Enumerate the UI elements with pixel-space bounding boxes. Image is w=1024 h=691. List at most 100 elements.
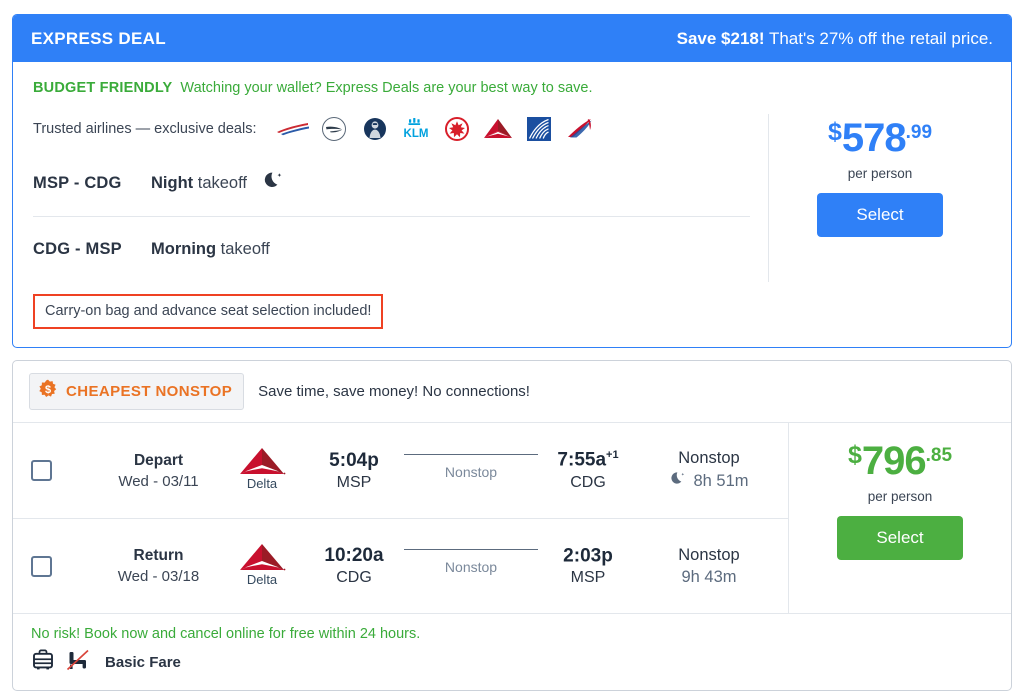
carry-on-bag-icon [31,649,55,676]
cheapest-nonstop-badge-label: CHEAPEST NONSTOP [66,383,232,400]
express-leg-period: Morning [151,240,216,258]
table-row: Return Wed - 03/18 Delta [13,518,788,613]
delta-logo: Delta [234,444,290,497]
express-deal-details: Trusted airlines — exclusive deals: [33,114,769,282]
express-deal-header: EXPRESS DEAL Save $218! That's 27% off t… [13,15,1011,62]
arrive-time-value: 7:55a [557,450,606,471]
budget-friendly-line: BUDGET FRIENDLY Watching your wallet? Exp… [33,80,991,96]
depart-origin-cell: 5:04p MSP [308,450,400,492]
depart-stops-cell: Nonstop [400,462,542,480]
stops-label: Nonstop [445,464,497,480]
price-currency: $ [848,441,862,469]
express-leg-route: MSP - CDG [33,174,151,193]
cheapest-nonstop-card: $ CHEAPEST NONSTOP Save time, save money… [12,360,1012,691]
svg-text:Delta: Delta [247,572,278,587]
duration-value: 9h 43m [681,568,736,587]
depart-flight-checkbox[interactable] [31,460,52,481]
return-flight-checkbox[interactable] [31,556,52,577]
no-risk-text: No risk! Book now and cancel online for … [31,626,993,642]
svg-text:KLM: KLM [404,128,429,140]
depart-checkbox-cell [31,460,101,481]
delta-logo: Delta [234,540,290,593]
moon-icon [262,171,284,196]
return-duration-cell: Nonstop 9h 43m [634,546,784,587]
depart-time: 10:20a [308,545,400,567]
klm-logo: KLM [396,114,437,144]
arrive-airport: MSP [542,569,634,587]
return-origin-cell: 10:20a CDG [308,545,400,587]
arrive-time: 7:55a+1 [542,449,634,471]
budget-friendly-tag: BUDGET FRIENDLY [33,80,172,96]
nonstop-price: $796.85 [848,441,952,481]
flight-direction-label: Depart [101,452,216,470]
return-direction-cell: Return Wed - 03/18 [101,547,216,585]
return-destination-cell: 2:03p MSP [542,545,634,587]
carry-on-included-note: Carry-on bag and advance seat selection … [33,294,383,329]
alaska-airlines-logo [355,114,396,144]
flight-duration: 9h 43m [634,568,784,587]
nonstop-select-button[interactable]: Select [837,516,963,560]
air-canada-logo [437,114,478,144]
arrive-time: 2:03p [542,545,634,567]
express-deal-content: Trusted airlines — exclusive deals: [33,114,991,282]
depart-destination-cell: 7:55a+1 CDG [542,449,634,491]
flight-path-line [404,454,538,455]
budget-friendly-text: Watching your wallet? Express Deals are … [180,80,592,96]
flight-duration: 8h 51m [634,471,784,492]
depart-airport: MSP [308,474,400,492]
savings-amount: Save $218! [677,29,765,48]
depart-direction-cell: Depart Wed - 03/11 [101,452,216,490]
arrive-airport: CDG [542,474,634,492]
express-leg-takeoff: Morning takeoff [151,240,270,259]
trusted-airlines-label: Trusted airlines — exclusive deals: [33,121,257,137]
svg-text:Delta: Delta [247,476,278,491]
delta-logo [478,114,519,144]
stops-count: Nonstop [634,449,784,468]
flight-results-page: EXPRESS DEAL Save $218! That's 27% off t… [0,0,1024,685]
depart-airline-cell: Delta [216,444,308,497]
flight-date: Wed - 03/18 [101,568,216,585]
express-leg-suffix: takeoff [216,240,270,258]
express-leg-route: CDG - MSP [33,240,151,259]
stops-label: Nonstop [445,559,497,575]
table-row: Depart Wed - 03/11 Delta [13,423,788,518]
no-seat-selection-icon [65,649,91,676]
flight-date: Wed - 03/11 [101,473,216,490]
american-airlines-logo [560,114,601,144]
express-leg-outbound: MSP - CDG Night takeoff [33,150,750,216]
express-leg-return: CDG - MSP Morning takeoff [33,216,750,282]
depart-time: 5:04p [308,450,400,472]
express-deal-per-person: per person [848,166,913,181]
nonstop-per-person: per person [868,489,933,504]
return-checkbox-cell [31,556,101,577]
flights-area: Depart Wed - 03/11 Delta [13,423,1011,613]
flight-direction-label: Return [101,547,216,565]
express-leg-suffix: takeoff [193,174,247,192]
depart-airport: CDG [308,569,400,587]
arrive-day-offset: +1 [606,449,619,461]
price-cents: .99 [906,122,932,143]
stops-count: Nonstop [634,546,784,565]
return-stops-cell: Nonstop [400,557,542,575]
express-deal-body: BUDGET FRIENDLY Watching your wallet? Exp… [13,62,1011,347]
express-deal-title: EXPRESS DEAL [31,29,166,49]
cheapest-nonstop-badge: $ CHEAPEST NONSTOP [29,373,244,410]
lufthansa-logo [314,114,355,144]
express-leg-period: Night [151,174,193,192]
united-logo [519,114,560,144]
express-deal-select-button[interactable]: Select [817,193,943,237]
price-major: 796 [862,439,926,483]
arrive-time-value: 2:03p [563,545,613,566]
flights-list: Depart Wed - 03/11 Delta [13,423,789,613]
trusted-airlines-row: Trusted airlines — exclusive deals: [33,114,750,144]
duration-value: 8h 51m [693,472,748,491]
svg-text:$: $ [45,384,51,396]
price-currency: $ [828,118,842,146]
return-airline-cell: Delta [216,540,308,593]
cheapest-nonstop-banner-text: Save time, save money! No connections! [258,383,530,400]
savings-detail: That's 27% off the retail price. [765,29,993,48]
price-cents: .85 [926,445,952,466]
express-deal-price-panel: $578.99 per person Select [769,114,991,282]
cheapest-nonstop-banner: $ CHEAPEST NONSTOP Save time, save money… [13,361,1011,423]
dollar-starburst-icon: $ [38,379,58,404]
